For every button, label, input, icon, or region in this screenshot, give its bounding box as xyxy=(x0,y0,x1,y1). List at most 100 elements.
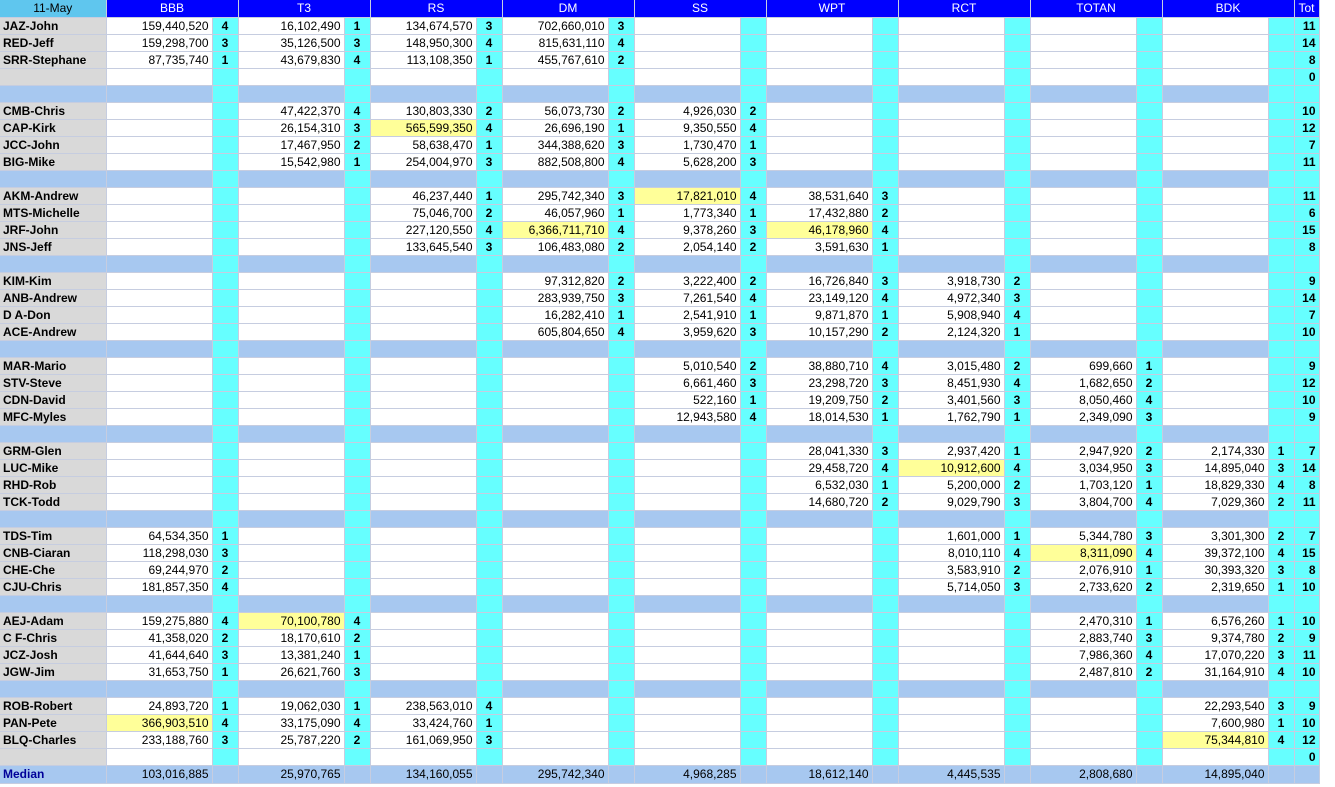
score-cell-totan[interactable] xyxy=(1030,51,1137,69)
rank-cell-totan[interactable]: 4 xyxy=(1136,544,1163,562)
score-cell-rct[interactable]: 2,124,320 xyxy=(898,323,1005,341)
score-cell-dm[interactable] xyxy=(502,561,609,579)
score-cell-rct[interactable] xyxy=(898,612,1005,630)
player-name-cell[interactable]: CJU-Chris xyxy=(0,578,107,596)
separator-cell[interactable] xyxy=(238,340,345,358)
score-cell-wpt[interactable]: 38,531,640 xyxy=(766,187,873,205)
rank-cell-totan[interactable]: 4 xyxy=(1136,391,1163,409)
rank-cell-dm[interactable]: 2 xyxy=(608,238,635,256)
separator-cell[interactable] xyxy=(634,595,741,613)
rank-cell-totan[interactable] xyxy=(1136,17,1163,35)
rank-cell-bdk[interactable] xyxy=(1268,17,1295,35)
rank-cell-rs[interactable] xyxy=(476,272,503,290)
median-value-wpt[interactable]: 18,612,140 xyxy=(766,765,873,784)
score-cell-bbb[interactable]: 159,275,880 xyxy=(106,612,213,630)
score-cell-rct[interactable]: 8,451,930 xyxy=(898,374,1005,392)
rank-cell-rs[interactable] xyxy=(476,629,503,647)
rank-cell-totan[interactable] xyxy=(1136,136,1163,154)
column-header-t3[interactable]: T3 xyxy=(238,0,371,18)
score-cell-t3[interactable]: 26,621,760 xyxy=(238,663,345,681)
rank-cell-totan[interactable] xyxy=(1136,34,1163,52)
score-cell-ss[interactable] xyxy=(634,68,741,86)
score-cell-bbb[interactable]: 31,653,750 xyxy=(106,663,213,681)
rank-cell-t3[interactable]: 1 xyxy=(344,153,371,171)
separator-total-cell[interactable] xyxy=(1294,595,1320,613)
score-cell-dm[interactable] xyxy=(502,578,609,596)
rank-cell-rct[interactable] xyxy=(1004,153,1031,171)
median-total-spacer[interactable] xyxy=(1294,765,1320,784)
rank-cell-totan[interactable] xyxy=(1136,748,1163,766)
separator-cell[interactable] xyxy=(766,340,873,358)
rank-cell-dm[interactable]: 3 xyxy=(608,17,635,35)
rank-cell-bdk[interactable] xyxy=(1268,204,1295,222)
rank-cell-wpt[interactable] xyxy=(872,51,899,69)
total-cell[interactable]: 7 xyxy=(1294,527,1320,545)
rank-cell-rs[interactable] xyxy=(476,408,503,426)
score-cell-rct[interactable]: 5,714,050 xyxy=(898,578,1005,596)
score-cell-totan[interactable]: 2,487,810 xyxy=(1030,663,1137,681)
score-cell-t3[interactable] xyxy=(238,544,345,562)
rank-cell-bdk[interactable]: 2 xyxy=(1268,527,1295,545)
rank-cell-dm[interactable] xyxy=(608,493,635,511)
rank-cell-t3[interactable]: 2 xyxy=(344,731,371,749)
score-cell-rct[interactable] xyxy=(898,187,1005,205)
rank-cell-wpt[interactable]: 2 xyxy=(872,391,899,409)
score-cell-wpt[interactable]: 46,178,960 xyxy=(766,221,873,239)
player-name-cell[interactable]: CDN-David xyxy=(0,391,107,409)
score-cell-bbb[interactable] xyxy=(106,408,213,426)
separator-rank-cell[interactable] xyxy=(344,340,371,358)
separator-cell[interactable] xyxy=(1030,425,1137,443)
separator-cell[interactable] xyxy=(0,595,107,613)
score-cell-wpt[interactable]: 38,880,710 xyxy=(766,357,873,375)
score-cell-rct[interactable] xyxy=(898,238,1005,256)
score-cell-ss[interactable] xyxy=(634,561,741,579)
column-header-bdk[interactable]: BDK xyxy=(1162,0,1295,18)
score-cell-totan[interactable]: 8,050,460 xyxy=(1030,391,1137,409)
score-cell-totan[interactable]: 2,076,910 xyxy=(1030,561,1137,579)
separator-total-cell[interactable] xyxy=(1294,510,1320,528)
rank-cell-bdk[interactable]: 4 xyxy=(1268,544,1295,562)
score-cell-t3[interactable]: 25,787,220 xyxy=(238,731,345,749)
total-cell[interactable]: 10 xyxy=(1294,102,1320,120)
score-cell-ss[interactable]: 1,730,470 xyxy=(634,136,741,154)
score-cell-rs[interactable] xyxy=(370,323,477,341)
rank-cell-dm[interactable]: 3 xyxy=(608,136,635,154)
score-cell-t3[interactable]: 16,102,490 xyxy=(238,17,345,35)
player-name-cell[interactable]: CAP-Kirk xyxy=(0,119,107,137)
rank-cell-dm[interactable] xyxy=(608,357,635,375)
separator-rank-cell[interactable] xyxy=(344,595,371,613)
rank-cell-rct[interactable]: 1 xyxy=(1004,323,1031,341)
separator-rank-cell[interactable] xyxy=(740,255,767,273)
score-cell-t3[interactable] xyxy=(238,289,345,307)
rank-cell-bbb[interactable]: 1 xyxy=(212,663,239,681)
separator-rank-cell[interactable] xyxy=(344,85,371,103)
player-name-cell[interactable] xyxy=(0,68,107,86)
score-cell-rs[interactable]: 148,950,300 xyxy=(370,34,477,52)
total-cell[interactable]: 10 xyxy=(1294,714,1320,732)
rank-cell-rct[interactable]: 2 xyxy=(1004,272,1031,290)
score-cell-bdk[interactable] xyxy=(1162,374,1269,392)
score-cell-rct[interactable]: 3,015,480 xyxy=(898,357,1005,375)
score-cell-rct[interactable]: 5,908,940 xyxy=(898,306,1005,324)
separator-rank-cell[interactable] xyxy=(344,170,371,188)
rank-cell-ss[interactable] xyxy=(740,442,767,460)
separator-cell[interactable] xyxy=(370,510,477,528)
rank-cell-rs[interactable] xyxy=(476,748,503,766)
separator-rank-cell[interactable] xyxy=(476,85,503,103)
score-cell-wpt[interactable] xyxy=(766,119,873,137)
rank-cell-bdk[interactable] xyxy=(1268,119,1295,137)
separator-cell[interactable] xyxy=(1030,595,1137,613)
score-cell-bbb[interactable]: 233,188,760 xyxy=(106,731,213,749)
rank-cell-bdk[interactable]: 4 xyxy=(1268,731,1295,749)
score-cell-t3[interactable] xyxy=(238,68,345,86)
separator-cell[interactable] xyxy=(898,170,1005,188)
separator-rank-cell[interactable] xyxy=(1136,425,1163,443)
score-cell-wpt[interactable] xyxy=(766,697,873,715)
score-cell-rs[interactable]: 130,803,330 xyxy=(370,102,477,120)
score-cell-dm[interactable] xyxy=(502,527,609,545)
score-cell-t3[interactable] xyxy=(238,578,345,596)
score-cell-wpt[interactable] xyxy=(766,578,873,596)
score-cell-rs[interactable]: 227,120,550 xyxy=(370,221,477,239)
rank-cell-bbb[interactable]: 3 xyxy=(212,731,239,749)
rank-cell-t3[interactable] xyxy=(344,187,371,205)
